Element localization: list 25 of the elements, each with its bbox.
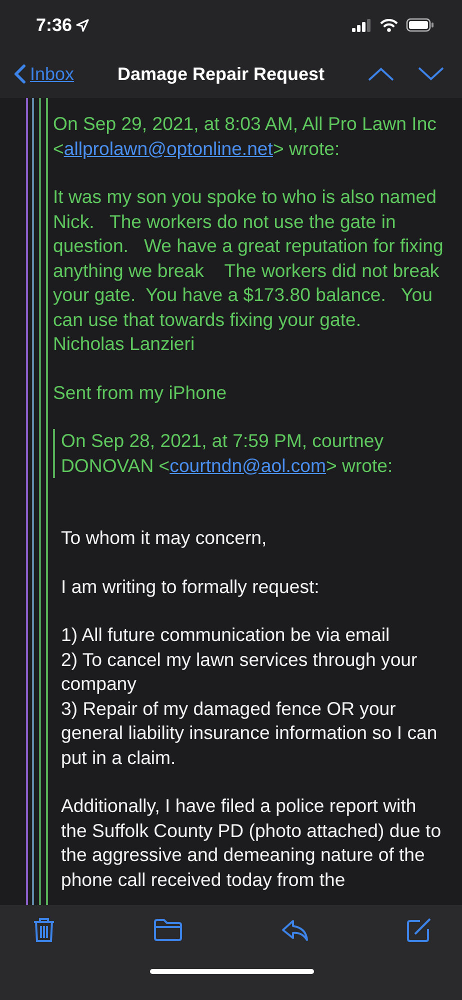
message-paragraph: It was my son you spoke to who is also named Nick. The workers do not use the gate in question. We have a great reputation for fixing anything we break The workers did not break your gate. You have a $173.80 balance. You can use that towards fixing your gate. (53, 185, 444, 332)
email-link[interactable]: courtndn@aol.com (170, 454, 326, 476)
reply-icon[interactable] (280, 918, 309, 942)
message-paragraph: I am writing to formally request: (61, 574, 320, 599)
message-paragraph: Sent from my iPhone (53, 380, 228, 405)
quote-header: On Sep 29, 2021, at 8:03 AM, All Pro Lawn Inc <allprolawn@optonline.net> wrote: (53, 112, 438, 161)
message-paragraph: Nicholas Lanzieri (53, 332, 196, 356)
folder-icon[interactable] (153, 918, 184, 942)
email-subject: Damage Repair Request (116, 62, 326, 86)
compose-icon[interactable] (406, 917, 432, 943)
status-time: 7:36 (36, 14, 72, 36)
wifi-icon (380, 18, 398, 32)
chevron-up-icon[interactable] (368, 67, 394, 81)
signal-icon (352, 18, 372, 32)
quote-header: On Sep 28, 2021, at 7:59 PM, courtney DONOVAN <courtndn@aol.com> wrote: (61, 429, 394, 478)
chevron-down-icon[interactable] (418, 67, 444, 81)
back-link[interactable]: Inbox (14, 60, 74, 88)
email-link[interactable]: allprolawn@optonline.net (64, 138, 273, 158)
message-paragraph: Additionally, I have filed a police report with the Suffolk County PD (photo attached) due to the aggressive and demeaning nature of the phone call received today from the (61, 794, 442, 892)
message-paragraph: 1) All future communication be via email 2) To cancel my lawn services through your company 3) Repair of my damaged fence OR your general liability insurance information so I can put in a claim. (61, 623, 438, 770)
trash-icon[interactable] (32, 917, 56, 943)
battery-icon (406, 18, 434, 32)
back-chevron-icon (14, 64, 26, 84)
message-paragraph: To whom it may concern, (61, 526, 268, 550)
location-arrow-icon (76, 18, 90, 32)
